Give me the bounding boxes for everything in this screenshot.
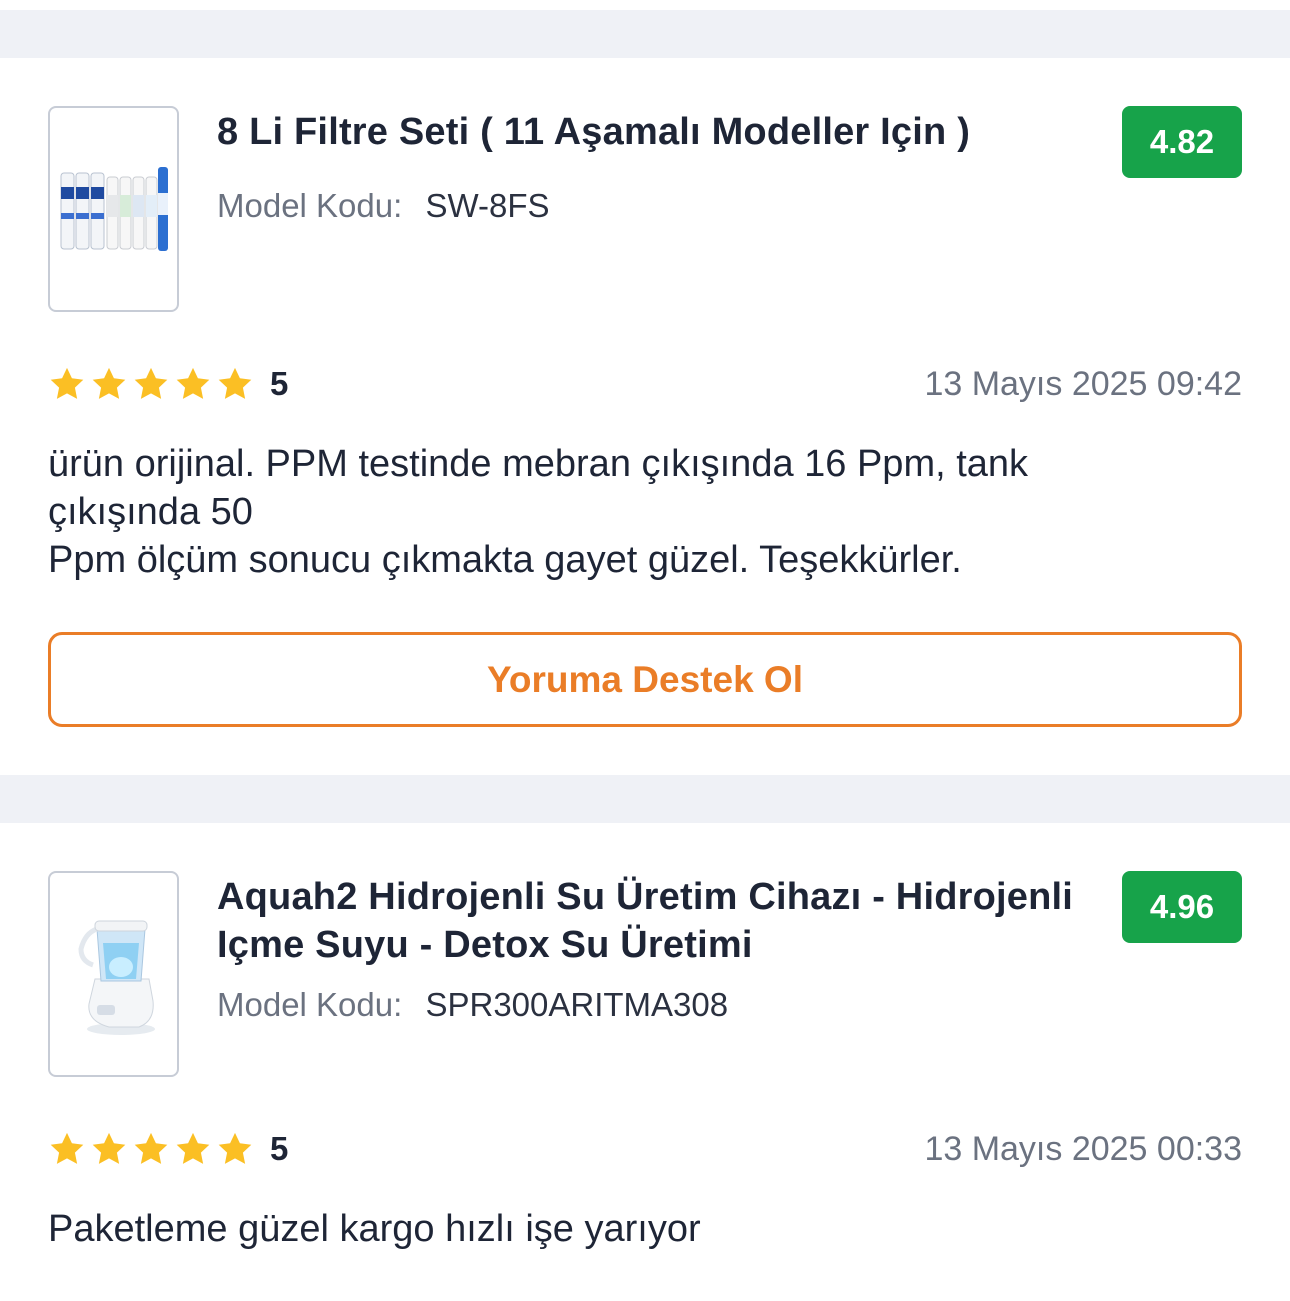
star-rating: 5 <box>48 1130 288 1168</box>
product-rating-badge: 4.96 <box>1122 871 1242 943</box>
star-icon <box>218 1132 252 1164</box>
star-icon <box>134 1132 168 1164</box>
star-rating: 5 <box>48 365 288 403</box>
product-row: 8 Li Filtre Seti ( 11 Aşamalı Modeller I… <box>48 106 1242 312</box>
review-card: 8 Li Filtre Seti ( 11 Aşamalı Modeller I… <box>0 58 1290 775</box>
model-code-value: SW-8FS <box>425 187 550 224</box>
star-icon <box>134 367 168 399</box>
star-icon <box>176 367 210 399</box>
product-title[interactable]: Aquah2 Hidrojenli Su Üretim Cihazı - Hid… <box>217 873 1102 969</box>
review-score: 5 <box>270 1130 289 1167</box>
product-thumbnail[interactable] <box>48 871 179 1077</box>
review-date: 13 Mayıs 2025 00:33 <box>924 1129 1242 1168</box>
star-icon <box>176 1132 210 1164</box>
star-icon <box>50 1132 84 1164</box>
review-meta: 5 13 Mayıs 2025 09:42 <box>48 362 1242 406</box>
model-code-label: Model Kodu: <box>217 986 403 1023</box>
support-review-button[interactable]: Yoruma Destek Ol <box>48 632 1242 727</box>
hydrogen-water-device-image <box>77 920 155 1035</box>
review-meta: 5 13 Mayıs 2025 00:33 <box>48 1127 1242 1171</box>
product-rating-badge: 4.82 <box>1122 106 1242 178</box>
review-text: Paketleme güzel kargo hızlı işe yarıyor <box>48 1208 701 1250</box>
filter-set-image <box>60 167 168 251</box>
product-title[interactable]: 8 Li Filtre Seti ( 11 Aşamalı Modeller I… <box>217 108 1102 156</box>
section-separator <box>0 10 1290 58</box>
product-row: Aquah2 Hidrojenli Su Üretim Cihazı - Hid… <box>48 871 1242 1077</box>
product-info: 8 Li Filtre Seti ( 11 Aşamalı Modeller I… <box>217 106 1242 226</box>
review-score: 5 <box>270 365 289 402</box>
model-code-label: Model Kodu: <box>217 187 403 224</box>
star-icon <box>92 1132 126 1164</box>
section-separator <box>0 775 1290 823</box>
star-icon <box>92 367 126 399</box>
review-card: Aquah2 Hidrojenli Su Üretim Cihazı - Hid… <box>0 823 1290 1301</box>
product-info: Aquah2 Hidrojenli Su Üretim Cihazı - Hid… <box>217 871 1242 1025</box>
review-text: ürün orijinal. PPM testinde mebran çıkış… <box>48 443 1029 581</box>
model-code-value: SPR300ARITMA308 <box>425 986 729 1023</box>
star-icon <box>50 367 84 399</box>
model-code-line: Model Kodu: SW-8FS <box>217 186 1102 226</box>
model-code-line: Model Kodu: SPR300ARITMA308 <box>217 985 1102 1025</box>
review-date: 13 Mayıs 2025 09:42 <box>924 364 1242 403</box>
product-thumbnail[interactable] <box>48 106 179 312</box>
star-icon <box>218 367 252 399</box>
